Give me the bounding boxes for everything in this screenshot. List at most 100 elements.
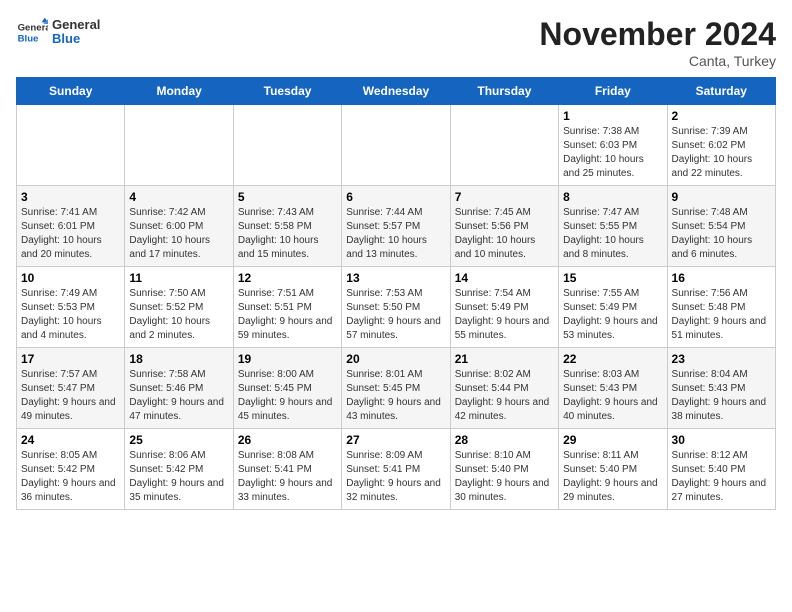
- svg-text:Blue: Blue: [18, 34, 39, 45]
- svg-text:General: General: [18, 22, 48, 33]
- logo-general: General: [52, 18, 100, 32]
- day-info: Sunrise: 7:55 AM Sunset: 5:49 PM Dayligh…: [563, 287, 662, 343]
- day-cell: 1 Sunrise: 7:38 AM Sunset: 6:03 PM Daylig…: [559, 105, 667, 186]
- day-info: Sunrise: 7:44 AM Sunset: 5:57 PM Dayligh…: [346, 206, 445, 262]
- day-info: Sunrise: 7:51 AM Sunset: 5:51 PM Dayligh…: [238, 287, 337, 343]
- day-cell: 6 Sunrise: 7:44 AM Sunset: 5:57 PM Daylig…: [342, 186, 450, 267]
- day-cell: 24Sunrise: 8:05 AM Sunset: 5:42 PM Dayli…: [17, 429, 125, 510]
- day-cell: [342, 105, 450, 186]
- day-cell: 20Sunrise: 8:01 AM Sunset: 5:45 PM Dayli…: [342, 348, 450, 429]
- col-header-sunday: Sunday: [17, 78, 125, 105]
- day-number: 1: [563, 109, 662, 123]
- day-number: 14: [455, 271, 554, 285]
- logo: General Blue General Blue: [16, 16, 100, 48]
- day-cell: [17, 105, 125, 186]
- day-cell: 17Sunrise: 7:57 AM Sunset: 5:47 PM Dayli…: [17, 348, 125, 429]
- day-cell: 15 Sunrise: 7:55 AM Sunset: 5:49 PM Dayli…: [559, 267, 667, 348]
- day-info: Sunrise: 7:53 AM Sunset: 5:50 PM Dayligh…: [346, 287, 445, 343]
- week-row-5: 24Sunrise: 8:05 AM Sunset: 5:42 PM Dayli…: [17, 429, 776, 510]
- day-cell: [125, 105, 233, 186]
- day-number: 10: [21, 271, 120, 285]
- day-number: 18: [129, 352, 228, 366]
- day-cell: 16 Sunrise: 7:56 AM Sunset: 5:48 PM Dayli…: [667, 267, 775, 348]
- day-cell: 12 Sunrise: 7:51 AM Sunset: 5:51 PM Dayli…: [233, 267, 341, 348]
- day-cell: 4Sunrise: 7:42 AM Sunset: 6:00 PM Daylig…: [125, 186, 233, 267]
- day-number: 25: [129, 433, 228, 447]
- col-header-wednesday: Wednesday: [342, 78, 450, 105]
- day-cell: 2 Sunrise: 7:39 AM Sunset: 6:02 PM Daylig…: [667, 105, 775, 186]
- day-number: 3: [21, 190, 120, 204]
- day-cell: 8Sunrise: 7:47 AM Sunset: 5:55 PM Daylig…: [559, 186, 667, 267]
- day-number: 15: [563, 271, 662, 285]
- day-number: 2: [672, 109, 771, 123]
- logo-blue: Blue: [52, 32, 100, 46]
- day-info: Sunrise: 8:09 AM Sunset: 5:41 PM Dayligh…: [346, 449, 445, 505]
- day-info: Sunrise: 8:12 AM Sunset: 5:40 PM Dayligh…: [672, 449, 771, 505]
- day-cell: 11Sunrise: 7:50 AM Sunset: 5:52 PM Dayli…: [125, 267, 233, 348]
- day-cell: [233, 105, 341, 186]
- day-info: Sunrise: 8:03 AM Sunset: 5:43 PM Dayligh…: [563, 368, 662, 424]
- day-cell: 14 Sunrise: 7:54 AM Sunset: 5:49 PM Dayli…: [450, 267, 558, 348]
- day-number: 21: [455, 352, 554, 366]
- day-info: Sunrise: 7:50 AM Sunset: 5:52 PM Dayligh…: [129, 287, 228, 343]
- day-info: Sunrise: 7:42 AM Sunset: 6:00 PM Dayligh…: [129, 206, 228, 262]
- calendar-header: SundayMondayTuesdayWednesdayThursdayFrid…: [17, 78, 776, 105]
- col-header-tuesday: Tuesday: [233, 78, 341, 105]
- location: Canta, Turkey: [539, 53, 776, 69]
- day-number: 23: [672, 352, 771, 366]
- day-cell: 18 Sunrise: 7:58 AM Sunset: 5:46 PM Dayli…: [125, 348, 233, 429]
- day-number: 19: [238, 352, 337, 366]
- day-number: 26: [238, 433, 337, 447]
- day-cell: 27 Sunrise: 8:09 AM Sunset: 5:41 PM Dayli…: [342, 429, 450, 510]
- week-row-2: 3 Sunrise: 7:41 AM Sunset: 6:01 PM Daylig…: [17, 186, 776, 267]
- day-info: Sunrise: 7:56 AM Sunset: 5:48 PM Dayligh…: [672, 287, 771, 343]
- logo-icon: General Blue: [16, 16, 48, 48]
- day-cell: 5 Sunrise: 7:43 AM Sunset: 5:58 PM Daylig…: [233, 186, 341, 267]
- day-info: Sunrise: 7:43 AM Sunset: 5:58 PM Dayligh…: [238, 206, 337, 262]
- day-info: Sunrise: 7:45 AM Sunset: 5:56 PM Dayligh…: [455, 206, 554, 262]
- col-header-monday: Monday: [125, 78, 233, 105]
- day-cell: 25Sunrise: 8:06 AM Sunset: 5:42 PM Dayli…: [125, 429, 233, 510]
- month-title: November 2024: [539, 16, 776, 53]
- day-number: 16: [672, 271, 771, 285]
- day-cell: 19 Sunrise: 8:00 AM Sunset: 5:45 PM Dayli…: [233, 348, 341, 429]
- day-info: Sunrise: 7:58 AM Sunset: 5:46 PM Dayligh…: [129, 368, 228, 424]
- day-info: Sunrise: 7:39 AM Sunset: 6:02 PM Dayligh…: [672, 125, 771, 181]
- week-row-3: 10 Sunrise: 7:49 AM Sunset: 5:53 PM Dayli…: [17, 267, 776, 348]
- day-number: 20: [346, 352, 445, 366]
- day-info: Sunrise: 8:04 AM Sunset: 5:43 PM Dayligh…: [672, 368, 771, 424]
- day-number: 27: [346, 433, 445, 447]
- day-info: Sunrise: 8:00 AM Sunset: 5:45 PM Dayligh…: [238, 368, 337, 424]
- col-header-saturday: Saturday: [667, 78, 775, 105]
- day-cell: 22Sunrise: 8:03 AM Sunset: 5:43 PM Dayli…: [559, 348, 667, 429]
- day-number: 6: [346, 190, 445, 204]
- col-header-thursday: Thursday: [450, 78, 558, 105]
- day-number: 30: [672, 433, 771, 447]
- title-area: November 2024 Canta, Turkey: [539, 16, 776, 69]
- day-info: Sunrise: 7:54 AM Sunset: 5:49 PM Dayligh…: [455, 287, 554, 343]
- day-cell: 13 Sunrise: 7:53 AM Sunset: 5:50 PM Dayli…: [342, 267, 450, 348]
- day-number: 29: [563, 433, 662, 447]
- day-number: 24: [21, 433, 120, 447]
- day-cell: 21 Sunrise: 8:02 AM Sunset: 5:44 PM Dayli…: [450, 348, 558, 429]
- header: General Blue General Blue November 2024 …: [16, 16, 776, 69]
- calendar: SundayMondayTuesdayWednesdayThursdayFrid…: [16, 77, 776, 510]
- day-number: 17: [21, 352, 120, 366]
- day-info: Sunrise: 8:08 AM Sunset: 5:41 PM Dayligh…: [238, 449, 337, 505]
- day-number: 8: [563, 190, 662, 204]
- day-info: Sunrise: 7:48 AM Sunset: 5:54 PM Dayligh…: [672, 206, 771, 262]
- day-info: Sunrise: 7:38 AM Sunset: 6:03 PM Dayligh…: [563, 125, 662, 181]
- day-cell: [450, 105, 558, 186]
- day-cell: 23 Sunrise: 8:04 AM Sunset: 5:43 PM Dayli…: [667, 348, 775, 429]
- day-info: Sunrise: 8:10 AM Sunset: 5:40 PM Dayligh…: [455, 449, 554, 505]
- day-info: Sunrise: 7:49 AM Sunset: 5:53 PM Dayligh…: [21, 287, 120, 343]
- day-number: 12: [238, 271, 337, 285]
- day-number: 7: [455, 190, 554, 204]
- day-number: 5: [238, 190, 337, 204]
- day-info: Sunrise: 7:41 AM Sunset: 6:01 PM Dayligh…: [21, 206, 120, 262]
- day-cell: 26 Sunrise: 8:08 AM Sunset: 5:41 PM Dayli…: [233, 429, 341, 510]
- day-cell: 3 Sunrise: 7:41 AM Sunset: 6:01 PM Daylig…: [17, 186, 125, 267]
- day-info: Sunrise: 8:02 AM Sunset: 5:44 PM Dayligh…: [455, 368, 554, 424]
- day-number: 13: [346, 271, 445, 285]
- week-row-1: 1 Sunrise: 7:38 AM Sunset: 6:03 PM Daylig…: [17, 105, 776, 186]
